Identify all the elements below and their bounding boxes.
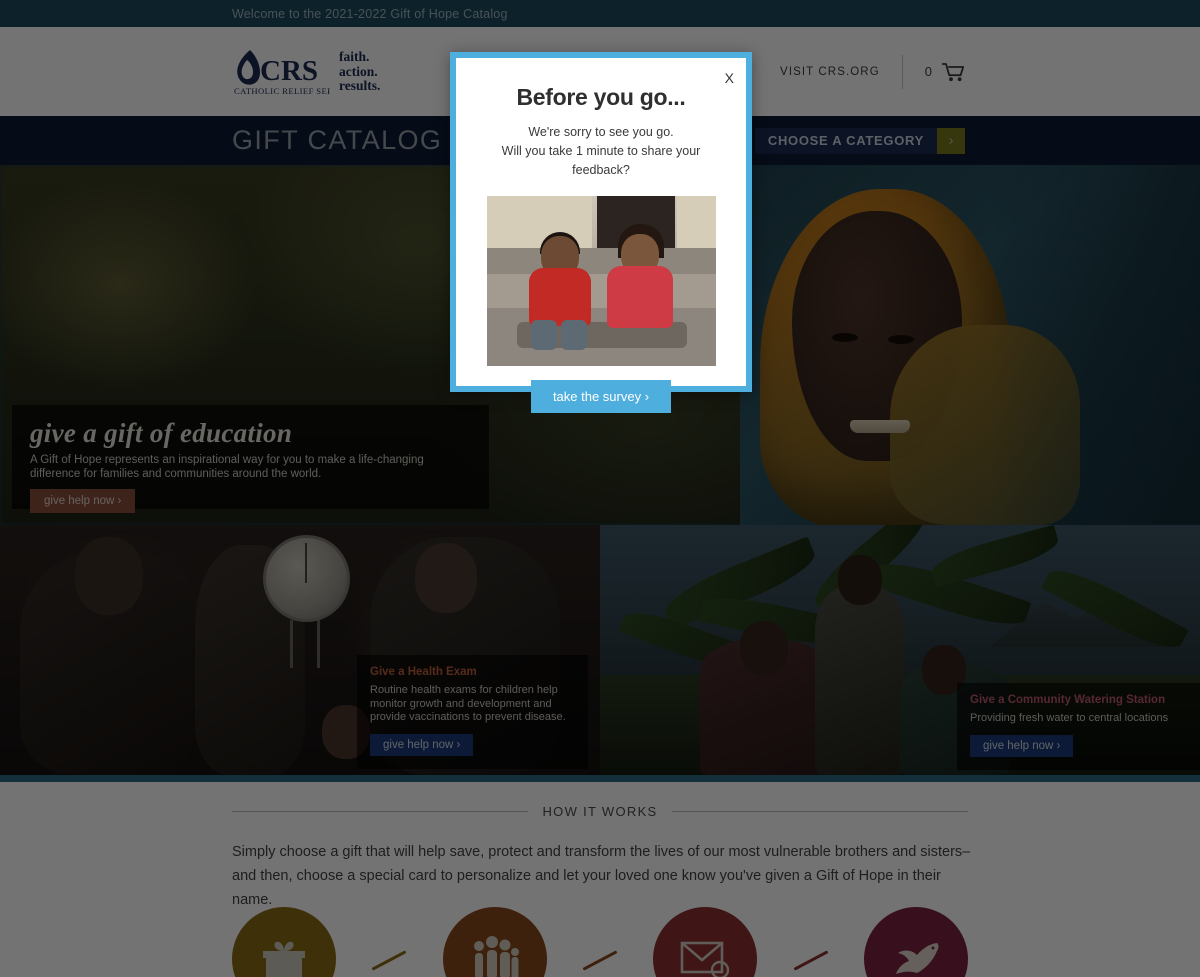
tagline-faith: faith. xyxy=(339,49,370,64)
crs-logo[interactable]: CRS CATHOLIC RELIEF SERVICES faith. acti… xyxy=(232,46,380,98)
header-divider xyxy=(901,54,903,89)
health-exam-card-body: Routine health exams for children help m… xyxy=(370,684,566,723)
choose-category-button[interactable]: CHOOSE A CATEGORY › xyxy=(754,127,965,154)
logo-tagline: faith. action. results. xyxy=(339,49,381,98)
header-actions: VISIT CRS.ORG 0 xyxy=(780,54,965,89)
family-icon xyxy=(473,936,519,977)
step-family[interactable] xyxy=(442,907,547,977)
education-banner: give a gift of education A Gift of Hope … xyxy=(12,405,489,513)
visit-crs-link[interactable]: VISIT CRS.ORG xyxy=(780,66,880,78)
close-icon[interactable]: X xyxy=(725,71,734,85)
modal-subtext: We're sorry to see you go. Will you take… xyxy=(474,123,728,180)
envelope-icon-circle xyxy=(653,907,758,977)
education-banner-title: give a gift of education xyxy=(30,418,293,448)
education-banner-body: A Gift of Hope represents an inspiration… xyxy=(30,454,424,480)
watering-station-card-title: Give a Community Watering Station xyxy=(970,694,1166,706)
take-the-survey-button[interactable]: take the survey › xyxy=(530,380,672,413)
before-you-go-modal: X Before you go... We're sorry to see yo… xyxy=(450,52,752,413)
how-it-works-heading: HOW IT WORKS xyxy=(232,804,968,819)
family-icon-circle xyxy=(442,907,547,977)
watering-station-card-body: Providing fresh water to central locatio… xyxy=(970,712,1169,724)
health-exam-give-help-button[interactable]: give help now › xyxy=(370,733,474,756)
dove-icon-circle xyxy=(864,907,969,977)
step-give-hope[interactable] xyxy=(864,907,969,977)
modal-children-photo xyxy=(486,196,716,366)
cart-count: 0 xyxy=(924,64,932,79)
modal-title: Before you go... xyxy=(516,84,686,110)
modal-line-1: We're sorry to see you go. xyxy=(528,125,674,139)
education-give-help-button[interactable]: give help now › xyxy=(30,489,136,513)
dove-icon xyxy=(896,943,939,974)
section-divider xyxy=(0,775,1200,782)
page-root: Welcome to the 2021-2022 Gift of Hope Ca… xyxy=(0,0,1200,977)
step-arrow-1 xyxy=(336,907,443,971)
how-it-works-body: Simply choose a gift that will help save… xyxy=(232,844,971,908)
crs-logo-mark: CRS CATHOLIC RELIEF SERVICES xyxy=(234,49,330,96)
welcome-message: Welcome to the 2021-2022 Gift of Hope Ca… xyxy=(232,6,508,21)
svg-text:CATHOLIC RELIEF SERVICES: CATHOLIC RELIEF SERVICES xyxy=(234,86,330,96)
watering-station-card: Give a Community Watering Station Provid… xyxy=(957,683,1200,770)
watering-station-give-help-button[interactable]: give help now › xyxy=(970,734,1074,757)
how-it-works-title: HOW IT WORKS xyxy=(542,804,658,819)
step-arrow-2 xyxy=(547,907,654,971)
step-card[interactable] xyxy=(653,907,758,977)
health-exam-card: Give a Health Exam Routine health exams … xyxy=(357,655,588,769)
svg-text:CRS: CRS xyxy=(260,55,318,87)
cart-button[interactable]: 0 xyxy=(925,62,965,82)
modal-line-2: Will you take 1 minute to share your fee… xyxy=(501,144,701,177)
shopping-cart-icon xyxy=(942,62,965,81)
tagline-action: action. xyxy=(339,63,378,79)
how-it-works-section: HOW IT WORKS Simply choose a gift that w… xyxy=(0,782,1200,977)
how-it-works-steps xyxy=(232,907,969,977)
heading-rule-left xyxy=(232,811,529,812)
step-arrow-3 xyxy=(757,907,864,971)
page-title: GIFT CATALOG xyxy=(232,125,443,155)
envelope-icon xyxy=(681,941,730,977)
tagline-results: results. xyxy=(339,78,381,93)
step-choose-gift[interactable] xyxy=(232,907,336,977)
chevron-right-icon: › xyxy=(937,127,965,154)
health-exam-card-title: Give a Health Exam xyxy=(370,666,477,678)
heading-rule-right xyxy=(671,811,968,812)
welcome-bar: Welcome to the 2021-2022 Gift of Hope Ca… xyxy=(0,0,1200,27)
gift-box-icon-circle xyxy=(232,907,336,977)
choose-category-label: CHOOSE A CATEGORY xyxy=(754,127,937,154)
gift-box-icon xyxy=(263,941,305,977)
hero-portrait-image xyxy=(740,165,1200,525)
